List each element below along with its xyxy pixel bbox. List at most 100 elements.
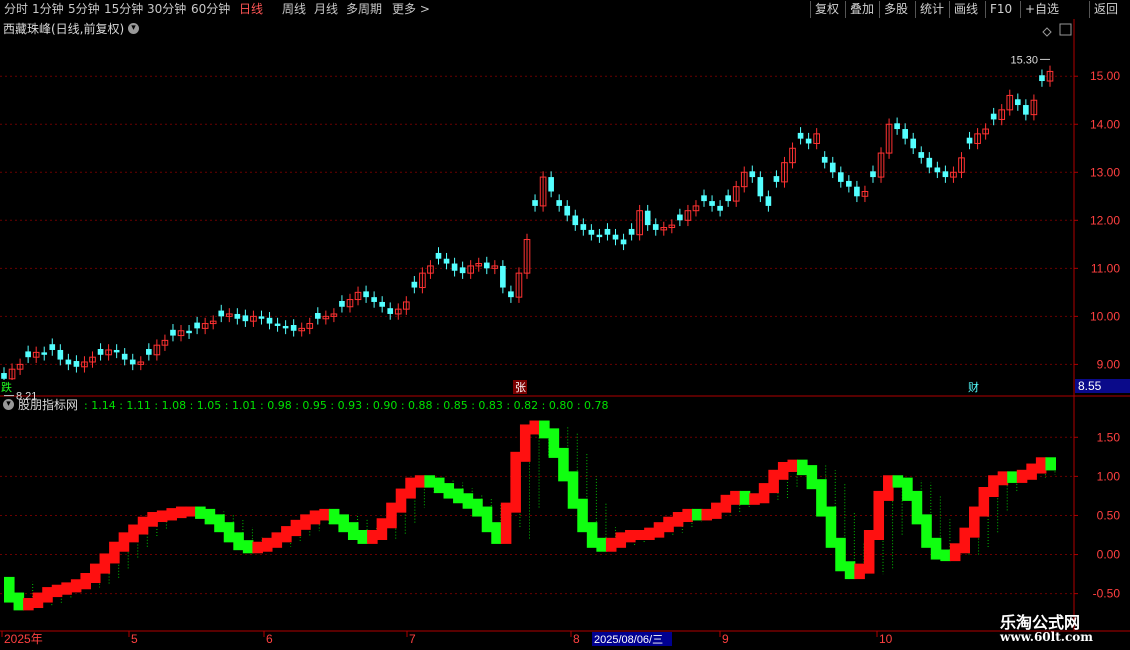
candle: [548, 177, 554, 192]
indicator-bar: [644, 527, 655, 540]
candle: [500, 265, 506, 288]
indicator-bar: [529, 420, 541, 435]
marker-right: 财: [968, 380, 979, 394]
indicator-bar: [204, 508, 216, 525]
indicator-bar: [252, 541, 263, 554]
candle: [1014, 99, 1021, 106]
indicator-bar: [959, 527, 971, 554]
candle: [290, 325, 297, 331]
period-toolbar: 分时 1分钟 5分钟 15分钟 30分钟 60分钟 日线 周线 月线 多周期 更多 > 复权 叠加 多股统…: [0, 0, 1130, 20]
price-tick-label: 15.00: [1090, 69, 1120, 83]
indicator-bar: [261, 537, 273, 552]
indicator-bar: [835, 537, 846, 572]
marker-mid: 张: [515, 381, 526, 394]
indicator-bar: [625, 530, 636, 543]
candle: [644, 210, 651, 226]
indicator-chevron-down-icon[interactable]: ▾: [3, 399, 14, 410]
period-tab-3[interactable]: 15分钟: [104, 1, 143, 17]
period-tab-6[interactable]: 日线: [239, 1, 263, 17]
indicator-bar: [386, 502, 397, 529]
indicator-level-11: : 0.83: [467, 399, 503, 412]
date-label: 2025年: [4, 632, 43, 646]
toolbar-button-5[interactable]: F10: [985, 1, 1020, 18]
candle: [266, 317, 273, 324]
candle: [709, 201, 715, 206]
chevron-down-icon[interactable]: ▾: [128, 23, 139, 34]
toolbar-button-6[interactable]: +自选: [1020, 1, 1068, 18]
indicator-bar: [883, 475, 894, 501]
candle: [258, 316, 265, 319]
candle: [620, 239, 627, 245]
candle: [821, 156, 828, 163]
indicator-bar: [156, 510, 168, 523]
indicator-bar: [223, 522, 235, 543]
candle: [443, 258, 450, 264]
candle: [1, 373, 7, 379]
indicator-level-1: : 1.11: [115, 399, 151, 412]
indicator-bar: [978, 487, 990, 517]
candle: [596, 234, 603, 238]
candle: [194, 322, 200, 329]
indicator-bar: [730, 490, 741, 505]
candle: [612, 234, 619, 240]
indicator-bar: [797, 459, 808, 476]
candle: [274, 323, 281, 326]
indicator-tick-label: 1.50: [1097, 430, 1121, 444]
indicator-level-14: : 0.78: [573, 399, 609, 412]
candle: [129, 359, 136, 365]
candle: [49, 344, 56, 350]
period-tab-8[interactable]: 月线: [314, 1, 338, 17]
indicator-level-3: : 1.05: [186, 399, 222, 412]
candle: [113, 349, 120, 353]
indicator-bar: [749, 493, 760, 505]
candle: [765, 196, 772, 206]
indicator-level-13: : 0.80: [538, 399, 574, 412]
period-tab-1[interactable]: 1分钟: [32, 1, 64, 17]
candle: [564, 205, 571, 216]
date-label: 5: [131, 632, 138, 646]
current-price-label: 8.55: [1078, 379, 1102, 393]
indicator-bar: [911, 490, 923, 525]
period-tab-2[interactable]: 5分钟: [68, 1, 100, 17]
chart-area[interactable]: 15.0014.0013.0012.0011.0010.009.008.558.…: [0, 19, 1130, 650]
indicator-bar: [634, 530, 646, 540]
indicator-level-5: : 0.98: [256, 399, 292, 412]
indicator-bar: [109, 541, 120, 564]
indicator-tick-label: -0.50: [1093, 587, 1121, 601]
indicator-bar: [23, 598, 34, 611]
toolbar-button-2[interactable]: 多股: [879, 1, 915, 18]
toolbar-button-1[interactable]: 叠加: [845, 1, 879, 18]
candle: [97, 349, 104, 355]
indicator-bar: [988, 475, 999, 497]
toolbar-button-0[interactable]: 复权: [810, 1, 845, 18]
period-tab-9[interactable]: 多周期: [346, 1, 382, 17]
indicator-bar: [1026, 463, 1037, 480]
candle: [282, 325, 289, 329]
indicator-level-7: : 0.93: [326, 399, 363, 412]
period-tab-5[interactable]: 60分钟: [191, 1, 230, 17]
candle: [837, 172, 844, 182]
candle: [966, 137, 973, 144]
price-tick-label: 14.00: [1090, 117, 1120, 131]
period-tab-10[interactable]: 更多 >: [392, 1, 430, 17]
period-tab-4[interactable]: 30分钟: [147, 1, 186, 17]
indicator-bar: [367, 530, 378, 544]
indicator-bar: [51, 584, 63, 598]
indicator-bar: [214, 514, 225, 533]
indicator-bar: [548, 428, 560, 458]
toolbar-button-7[interactable]: 返回: [1089, 1, 1130, 18]
toolbar-button-3[interactable]: 统计: [915, 1, 949, 18]
toolbar-button-4[interactable]: 画线: [949, 1, 985, 18]
candle: [57, 349, 64, 360]
candle: [411, 281, 418, 288]
indicator-bar: [13, 592, 25, 611]
indicator-bar: [376, 518, 388, 540]
candle: [121, 353, 128, 360]
indicator-bar: [185, 506, 197, 517]
period-tab-7[interactable]: 周线: [282, 1, 306, 17]
period-tab-0[interactable]: 分时: [4, 1, 28, 17]
indicator-bar: [491, 522, 502, 544]
candle: [1039, 75, 1045, 82]
indicator-bar: [128, 524, 139, 543]
candle: [854, 186, 860, 197]
